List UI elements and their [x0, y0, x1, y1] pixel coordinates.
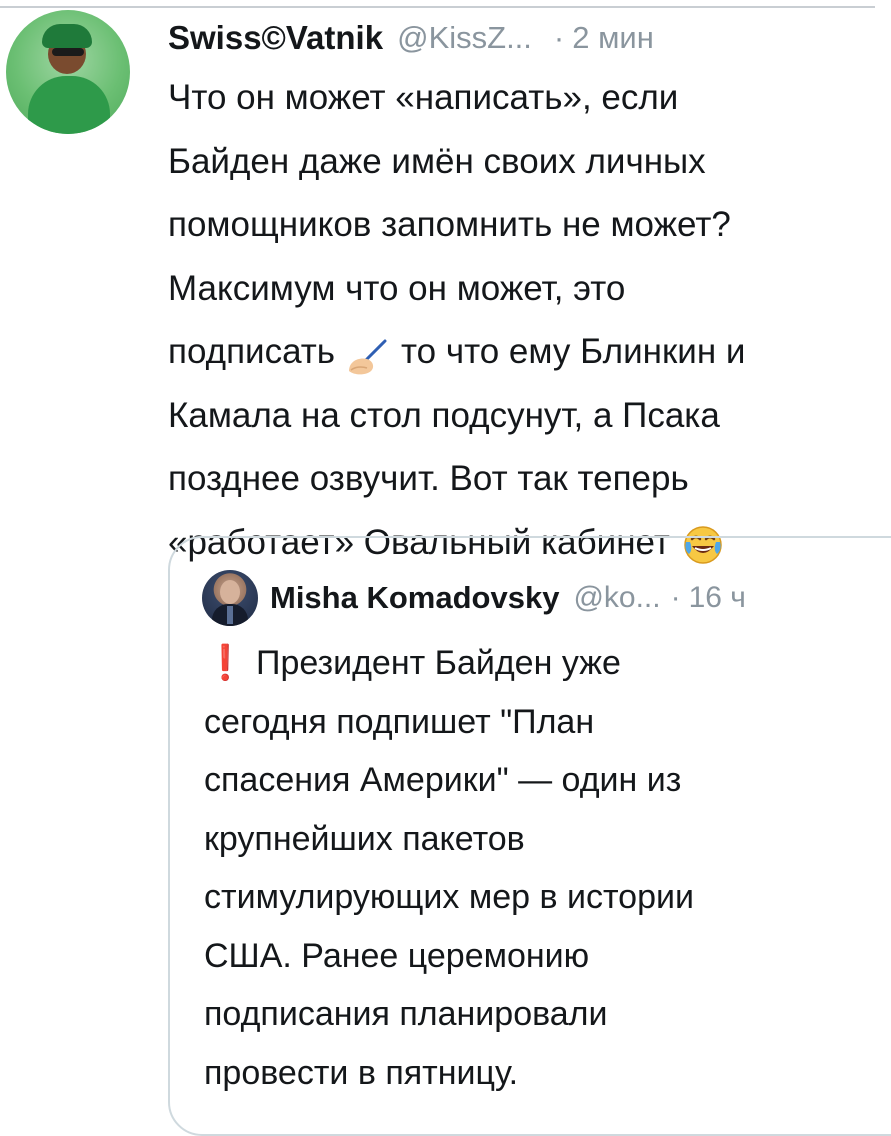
quoted-text-line: сегодня подпишет "План [204, 702, 595, 741]
quoted-tweet-text: ❗ Президент Байден уже сегодня подпишет "… [204, 634, 884, 1102]
quoted-text-line: подписания планировали [204, 995, 608, 1033]
avatar-face [220, 580, 240, 604]
tweet-text-line: Максимум что он может, это [168, 268, 626, 308]
tweet-header: Swiss©Vatnik @KissZ... · 2 мин [168, 14, 654, 62]
tweet-text-fragment: подписать [168, 332, 336, 371]
tweet-text: Что он может «написать», если Байден даж… [168, 66, 868, 574]
writing-hand-icon [345, 334, 391, 375]
tweet-text-line: Байден даже имён своих личных [168, 141, 706, 181]
avatar-scarf [42, 24, 92, 48]
quoted-text-line: США. Ранее церемонию [204, 936, 590, 975]
exclamation-icon: ❗ [204, 644, 247, 682]
avatar-body [28, 76, 110, 134]
quoted-text-line-with-icon: ❗ Президент Байден уже [204, 634, 884, 693]
quoted-text-fragment: Президент Байден уже [256, 644, 621, 682]
quoted-text-line: стимулирующих мер в истории [204, 878, 694, 916]
tweet-text-line: помощников запомнить не может? [168, 205, 731, 244]
quoted-tweet-header: Misha Komadovsky @ko... · 16 ч [202, 570, 746, 626]
tweet-text-fragment: то что ему Блинкин и [401, 332, 746, 371]
header-separator: · [553, 20, 565, 55]
avatar-tie [227, 606, 233, 624]
quoted-text-line: спасения Америки" — один из [204, 761, 682, 799]
quoted-author-display-name[interactable]: Misha Komadovsky [270, 580, 559, 616]
author-avatar[interactable] [6, 10, 130, 134]
tweet-text-line: Камала на стол подсунут, а Псака [168, 395, 720, 435]
quoted-text-line: провести в пятницу. [204, 1053, 519, 1092]
tweet-text-line: позднее озвучит. Вот так теперь [168, 459, 689, 498]
tweet-text-line-with-emoji: подписать то что ему Блинкин и [168, 320, 868, 384]
tweet[interactable]: Swiss©Vatnik @KissZ... · 2 мин Что он мо… [0, 0, 891, 1136]
quoted-text-line: крупнейших пакетов [204, 819, 525, 858]
quoted-tweet-timestamp[interactable]: 16 ч [689, 581, 746, 615]
tweet-timestamp[interactable]: 2 мин [572, 20, 654, 56]
quoted-author-avatar[interactable] [202, 570, 258, 626]
avatar-glasses [52, 48, 84, 56]
quoted-header-separator: · [670, 581, 681, 614]
author-handle[interactable]: @KissZ... [397, 20, 532, 56]
tweet-text-line: Что он может «написать», если [168, 78, 679, 117]
author-display-name[interactable]: Swiss©Vatnik [168, 19, 383, 57]
quoted-author-handle[interactable]: @ko... [573, 581, 660, 615]
